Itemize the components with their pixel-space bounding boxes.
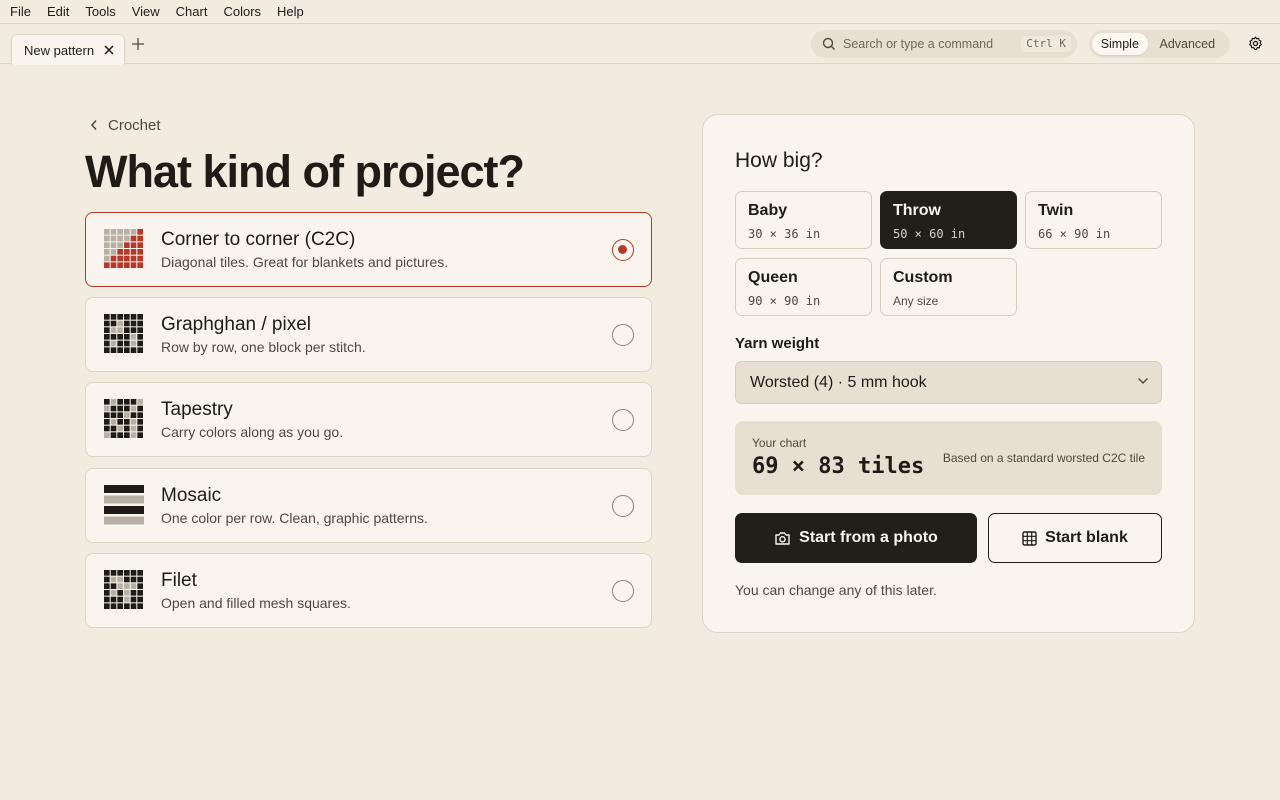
option-radio[interactable] [612, 239, 634, 261]
grid-icon [1022, 530, 1037, 546]
size-panel-title: How big? [735, 149, 823, 172]
option-radio[interactable] [612, 495, 634, 517]
size-dimensions: 50 × 60 in [893, 227, 966, 241]
menu-bar: File Edit Tools View Chart Colors Help [0, 0, 1280, 24]
chevron-left-icon [90, 120, 97, 130]
gear-icon[interactable] [1248, 36, 1263, 51]
chart-summary: Your chart 69 × 83 tiles Based on a stan… [735, 421, 1162, 495]
project-option-graphghan[interactable]: Graphghan / pixel Row by row, one block … [85, 297, 652, 372]
chevron-down-icon [1138, 378, 1148, 384]
menu-edit[interactable]: Edit [39, 4, 77, 19]
option-radio[interactable] [612, 324, 634, 346]
project-option-tapestry[interactable]: Tapestry Carry colors along as you go. [85, 382, 652, 457]
option-description: One color per row. Clean, graphic patter… [161, 510, 428, 526]
option-title: Corner to corner (C2C) [161, 229, 356, 250]
mode-advanced-button[interactable]: Advanced [1148, 33, 1227, 55]
yarn-weight-value: Worsted (4) · 5 mm hook [750, 373, 927, 391]
option-title: Filet [161, 570, 197, 591]
c2c-grid-icon [104, 229, 143, 268]
menu-chart[interactable]: Chart [168, 4, 216, 19]
search-icon [822, 37, 835, 50]
menu-colors[interactable]: Colors [215, 4, 269, 19]
size-name: Twin [1038, 202, 1074, 219]
menu-view[interactable]: View [124, 4, 168, 19]
option-title: Mosaic [161, 485, 222, 506]
size-option-twin[interactable]: Twin 66 × 90 in [1025, 191, 1162, 249]
pixel-grid-icon [104, 314, 143, 353]
option-title: Graphghan / pixel [161, 314, 311, 335]
command-search[interactable]: Ctrl K [811, 30, 1077, 58]
search-input[interactable] [843, 37, 1023, 51]
size-dimensions: 90 × 90 in [748, 294, 821, 308]
tab-new-pattern[interactable]: New pattern [11, 34, 125, 65]
size-option-custom[interactable]: Custom Any size [880, 258, 1017, 316]
yarn-weight-label: Yarn weight [735, 335, 820, 352]
option-radio[interactable] [612, 580, 634, 602]
summary-value: 69 × 83 tiles [752, 454, 925, 479]
size-dimensions: 30 × 36 in [748, 227, 821, 241]
size-name: Custom [893, 269, 953, 286]
page-title: What kind of project? [85, 146, 525, 197]
tab-bar: New pattern Ctrl K Simple Advanced [0, 24, 1280, 65]
option-description: Open and filled mesh squares. [161, 595, 351, 611]
size-dimensions: Any size [893, 294, 939, 308]
size-dimensions: 66 × 90 in [1038, 227, 1111, 241]
mode-toggle: Simple Advanced [1089, 30, 1230, 58]
start-from-photo-label: Start from a photo [799, 529, 938, 546]
option-description: Row by row, one block per stitch. [161, 339, 366, 355]
yarn-weight-select[interactable]: Worsted (4) · 5 mm hook [735, 361, 1162, 404]
start-blank-label: Start blank [1045, 529, 1128, 546]
project-option-mosaic[interactable]: Mosaic One color per row. Clean, graphic… [85, 468, 652, 543]
tapestry-grid-icon [104, 399, 143, 438]
summary-label: Your chart [752, 436, 807, 450]
option-description: Diagonal tiles. Great for blankets and p… [161, 254, 449, 270]
size-name: Baby [748, 202, 788, 219]
shortcut-hint: Ctrl K [1021, 36, 1071, 52]
mode-simple-button[interactable]: Simple [1092, 33, 1148, 55]
breadcrumb-label: Crochet [108, 116, 161, 134]
size-option-baby[interactable]: Baby 30 × 36 in [735, 191, 872, 249]
option-description: Carry colors along as you go. [161, 424, 344, 440]
project-option-c2c[interactable]: Corner to corner (C2C) Diagonal tiles. G… [85, 212, 652, 287]
size-option-throw[interactable]: Throw 50 × 60 in [880, 191, 1017, 249]
menu-tools[interactable]: Tools [77, 4, 123, 19]
summary-note: Based on a standard worsted C2C tile [942, 451, 1145, 465]
tab-label: New pattern [24, 42, 95, 58]
close-icon[interactable] [102, 43, 116, 57]
camera-icon [775, 531, 790, 545]
mosaic-stripes-icon [104, 485, 144, 525]
project-option-filet[interactable]: Filet Open and filled mesh squares. [85, 553, 652, 628]
size-panel: How big? Baby 30 × 36 in Throw 50 × 60 i… [702, 114, 1195, 633]
menu-help[interactable]: Help [269, 4, 312, 19]
start-blank-button[interactable]: Start blank [988, 513, 1162, 563]
start-from-photo-button[interactable]: Start from a photo [735, 513, 977, 563]
size-name: Queen [748, 269, 798, 286]
option-radio[interactable] [612, 409, 634, 431]
filet-grid-icon [104, 570, 143, 609]
size-option-queen[interactable]: Queen 90 × 90 in [735, 258, 872, 316]
footnote: You can change any of this later. [735, 582, 937, 598]
option-title: Tapestry [161, 399, 233, 420]
size-name: Throw [893, 202, 941, 219]
breadcrumb-back[interactable]: Crochet [90, 116, 161, 134]
menu-file[interactable]: File [2, 4, 39, 19]
plus-icon[interactable] [130, 36, 146, 52]
